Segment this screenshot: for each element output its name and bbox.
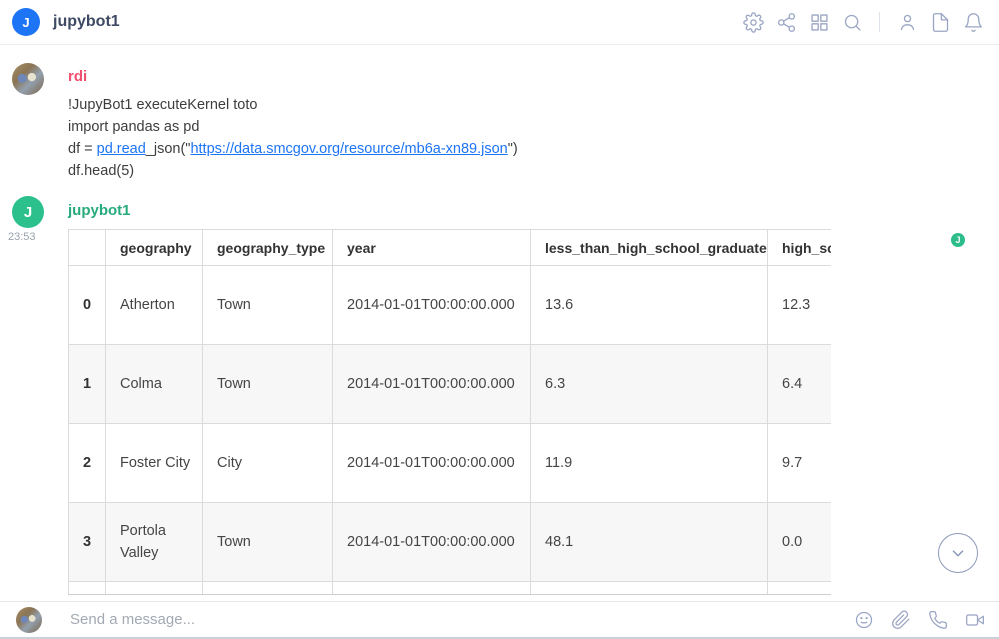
table-header-cell: geography_type bbox=[203, 230, 333, 266]
notifications-bell-icon[interactable] bbox=[961, 10, 985, 34]
table-cell: 0.0 bbox=[768, 503, 832, 582]
table-header-cell: geography bbox=[106, 230, 203, 266]
message-text: ") bbox=[508, 141, 518, 157]
presence-badge: J bbox=[951, 233, 965, 247]
table-cell: 2014-01-01T00:00:00.000 bbox=[333, 345, 531, 424]
presence-badge-letter: J bbox=[955, 235, 960, 245]
table-cell: Atherton bbox=[106, 266, 203, 345]
message-line: df = pd.read_json("https://data.smcgov.o… bbox=[68, 138, 518, 160]
video-call-icon[interactable] bbox=[963, 608, 987, 632]
table-cell: Colma bbox=[106, 345, 203, 424]
bot-avatar[interactable]: J bbox=[12, 196, 44, 228]
message-timestamp: 23:53 bbox=[8, 231, 36, 243]
message-line: import pandas as pd bbox=[68, 116, 518, 138]
emoji-icon[interactable] bbox=[852, 608, 876, 632]
message-link[interactable]: https://data.smcgov.org/resource/mb6a-xn… bbox=[190, 141, 507, 157]
table-row: 1ColmaTown2014-01-01T00:00:00.0006.36.4 bbox=[69, 345, 832, 424]
message-text: _json(" bbox=[146, 141, 191, 157]
table-cell: Foster City bbox=[106, 424, 203, 503]
table-cell: 2014-01-01T00:00:00.000 bbox=[333, 424, 531, 503]
chevron-down-icon bbox=[947, 542, 969, 564]
chat-app: J jupybot1 bbox=[0, 0, 999, 639]
message-text: df = bbox=[68, 141, 97, 157]
user-avatar[interactable] bbox=[12, 63, 44, 95]
message-link[interactable]: pd.read bbox=[97, 141, 146, 157]
apps-grid-icon[interactable] bbox=[807, 10, 831, 34]
table-cell: 1 bbox=[69, 345, 106, 424]
table-header-cell bbox=[69, 230, 106, 266]
table-header-row: geographygeography_typeyearless_than_hig… bbox=[69, 230, 832, 266]
message-text: !JupyBot1 executeKernel toto bbox=[68, 97, 257, 113]
table-cell: Town bbox=[203, 266, 333, 345]
table-head: geographygeography_typeyearless_than_hig… bbox=[69, 230, 832, 266]
table-header-cell: less_than_high_school_graduate bbox=[531, 230, 768, 266]
table-cell bbox=[531, 582, 768, 596]
channel-avatar: J bbox=[12, 8, 40, 36]
table-cell: 13.6 bbox=[531, 266, 768, 345]
table-cell: 6.3 bbox=[531, 345, 768, 424]
table-cell: 0 bbox=[69, 266, 106, 345]
members-icon[interactable] bbox=[895, 10, 919, 34]
table-cell: 9.7 bbox=[768, 424, 832, 503]
table-row: 2Foster CityCity2014-01-01T00:00:00.0001… bbox=[69, 424, 832, 503]
toolbar-divider bbox=[879, 12, 880, 32]
search-icon[interactable] bbox=[840, 10, 864, 34]
table-cell bbox=[106, 582, 203, 596]
jump-to-bottom-button[interactable] bbox=[938, 533, 978, 573]
bot-username[interactable]: jupybot1 bbox=[68, 202, 131, 219]
message-line: df.head(5) bbox=[68, 160, 518, 182]
table-cell: 48.1 bbox=[531, 503, 768, 582]
table-row-partial bbox=[69, 582, 832, 596]
table-header-cell: high_sc bbox=[768, 230, 832, 266]
table-cell: Town bbox=[203, 345, 333, 424]
table-cell bbox=[768, 582, 832, 596]
table-body: 0AthertonTown2014-01-01T00:00:00.00013.6… bbox=[69, 266, 832, 596]
table-row: 0AthertonTown2014-01-01T00:00:00.00013.6… bbox=[69, 266, 832, 345]
message-composer bbox=[0, 601, 999, 639]
message-line: !JupyBot1 executeKernel toto bbox=[68, 94, 518, 116]
self-avatar[interactable] bbox=[16, 607, 42, 633]
table-cell: City bbox=[203, 424, 333, 503]
settings-icon[interactable] bbox=[741, 10, 765, 34]
message-input[interactable] bbox=[70, 611, 630, 628]
table-cell bbox=[333, 582, 531, 596]
table-cell: 11.9 bbox=[531, 424, 768, 503]
rdi-message-lines: !JupyBot1 executeKernel toto import panda… bbox=[68, 94, 518, 182]
table-cell: Town bbox=[203, 503, 333, 582]
call-phone-icon[interactable] bbox=[926, 608, 950, 632]
channel-title: jupybot1 bbox=[53, 13, 120, 31]
channel-avatar-letter: J bbox=[22, 15, 29, 30]
table-header-cell: year bbox=[333, 230, 531, 266]
table-cell: 2014-01-01T00:00:00.000 bbox=[333, 266, 531, 345]
table-cell: 2014-01-01T00:00:00.000 bbox=[333, 503, 531, 582]
message-text: import pandas as pd bbox=[68, 119, 199, 135]
files-icon[interactable] bbox=[928, 10, 952, 34]
header-toolbar bbox=[741, 10, 999, 34]
channel-header: J jupybot1 bbox=[0, 0, 999, 45]
message-username[interactable]: rdi bbox=[68, 68, 87, 85]
table-cell: 12.3 bbox=[768, 266, 832, 345]
attachment-paperclip-icon[interactable] bbox=[889, 608, 913, 632]
table-cell bbox=[69, 582, 106, 596]
table-cell bbox=[203, 582, 333, 596]
dataframe-table-container: geographygeography_typeyearless_than_hig… bbox=[68, 229, 831, 595]
dataframe-table: geographygeography_typeyearless_than_hig… bbox=[68, 229, 831, 595]
bot-avatar-letter: J bbox=[24, 204, 32, 221]
table-cell: 2 bbox=[69, 424, 106, 503]
table-cell: Portola Valley bbox=[106, 503, 203, 582]
message-text: df.head(5) bbox=[68, 163, 134, 179]
composer-toolbar bbox=[852, 608, 999, 632]
share-icon[interactable] bbox=[774, 10, 798, 34]
table-cell: 3 bbox=[69, 503, 106, 582]
table-cell: 6.4 bbox=[768, 345, 832, 424]
table-row: 3Portola ValleyTown2014-01-01T00:00:00.0… bbox=[69, 503, 832, 582]
